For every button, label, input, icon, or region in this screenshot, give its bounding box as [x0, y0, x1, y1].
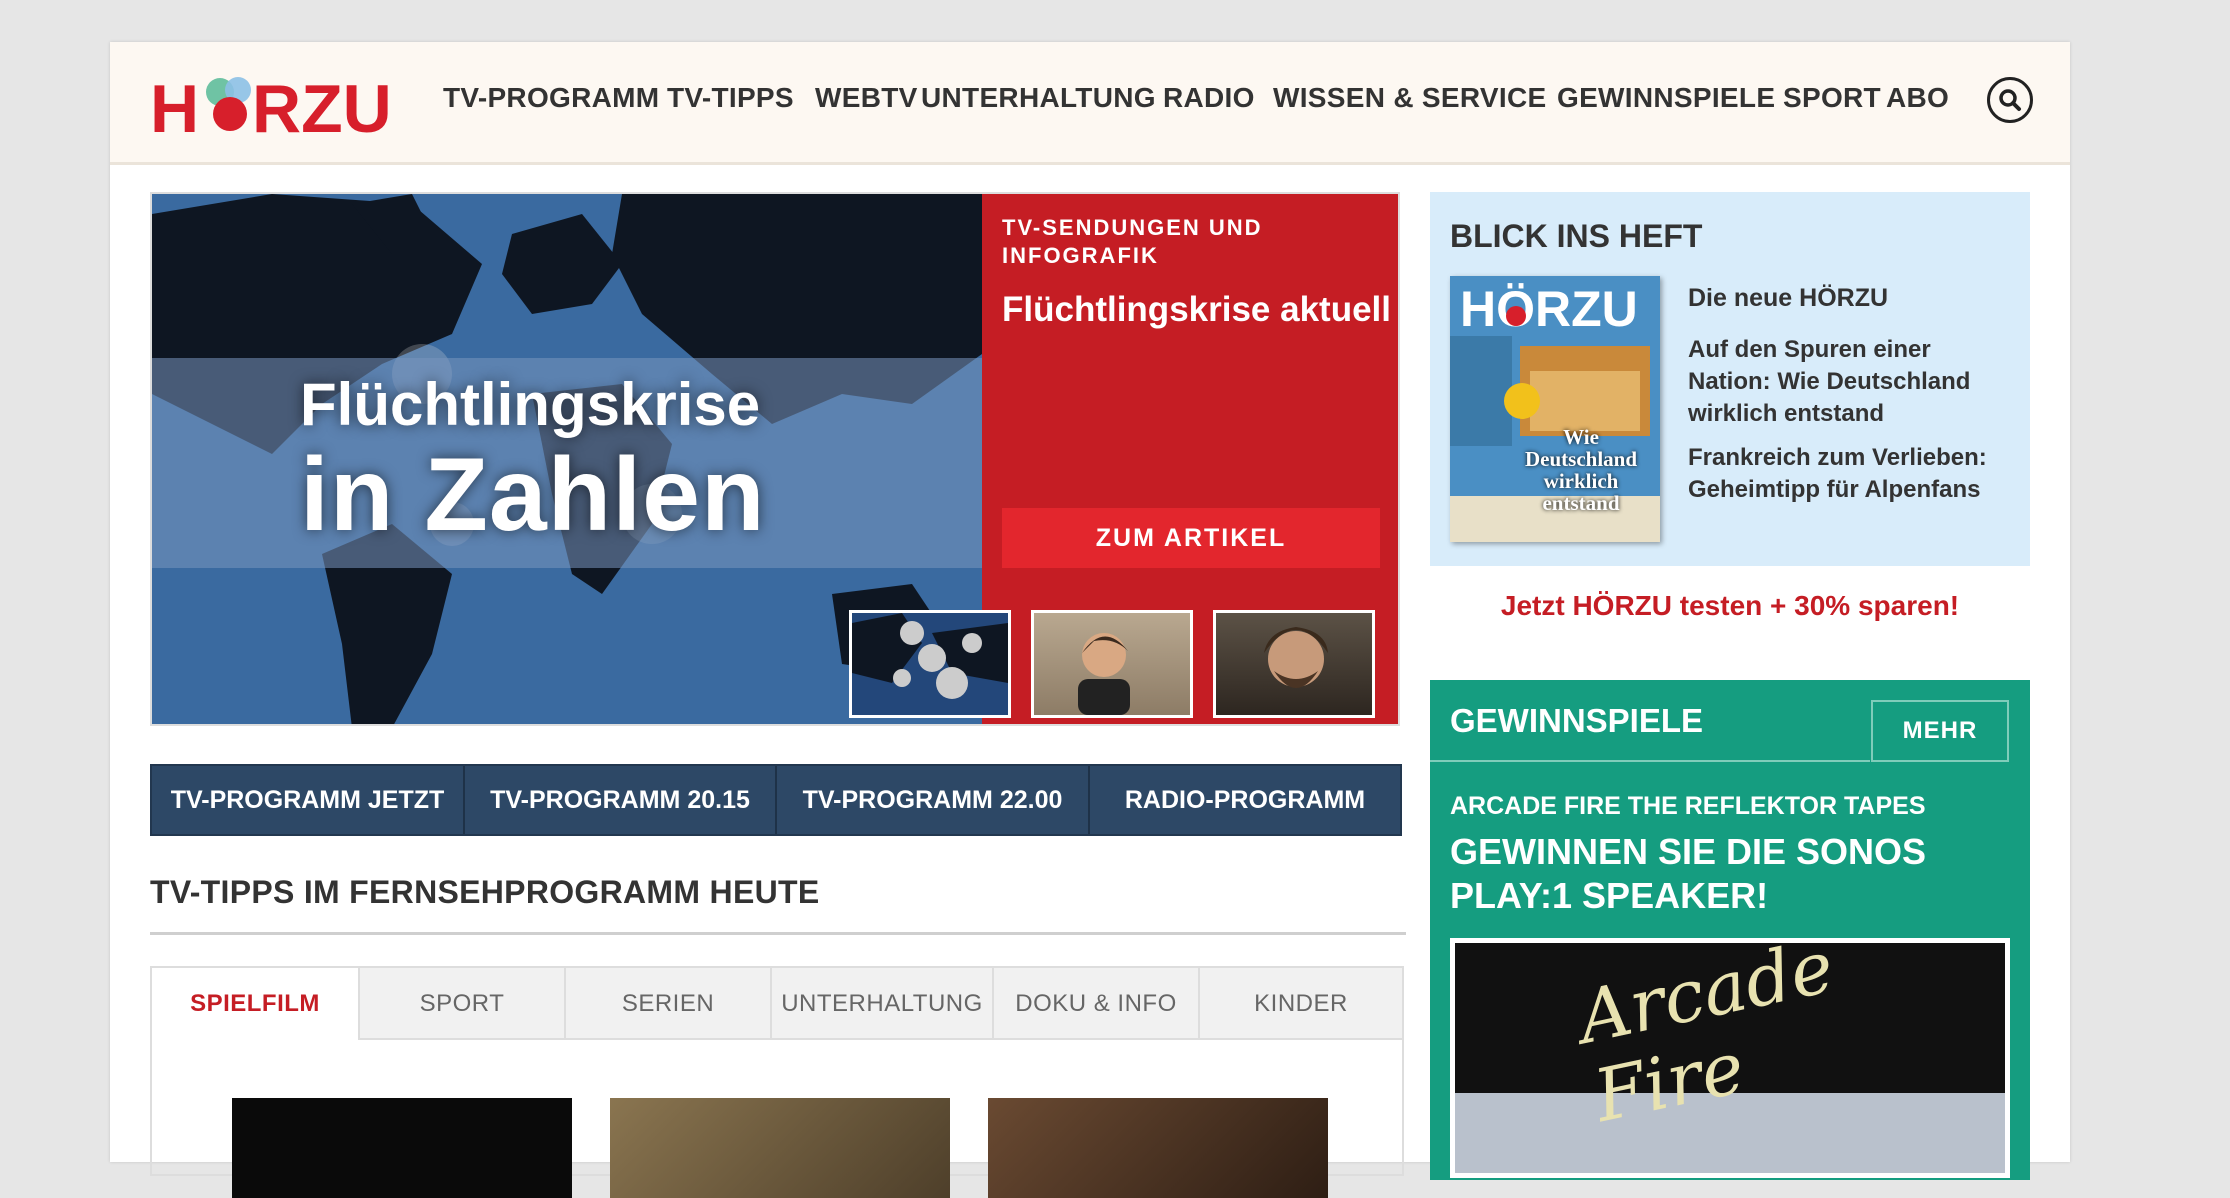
hero-headline[interactable]: Flüchtlingskrise aktuell: [1002, 290, 1391, 330]
gewinnspiel-image[interactable]: Arcade Fire: [1450, 938, 2010, 1178]
nav-item-sport[interactable]: SPORT: [1783, 82, 1881, 114]
hero-image-title: Flüchtlingskrise: [300, 371, 761, 438]
tv-programm-2200-button[interactable]: TV-PROGRAMM 22.00: [777, 766, 1090, 834]
hero-kicker: TV-SENDUNGEN UND INFOGRAFIK: [1002, 215, 1263, 268]
tab-serien[interactable]: SERIEN: [564, 968, 770, 1040]
blick-item[interactable]: Auf den Spuren einer Nation: Wie Deutsch…: [1688, 334, 2018, 430]
nav-item-unterhaltung[interactable]: UNTERHALTUNG: [921, 82, 1156, 114]
tv-programm-2015-button[interactable]: TV-PROGRAMM 20.15: [465, 766, 777, 834]
tab-kinder[interactable]: KINDER: [1198, 968, 1402, 1040]
tab-doku-info[interactable]: DOKU & INFO: [992, 968, 1198, 1040]
hero-thumbnail-man[interactable]: [1213, 610, 1375, 718]
mehr-button[interactable]: MEHR: [1871, 700, 2009, 762]
gewinnspiel-kicker: ARCADE FIRE THE REFLEKTOR TAPES: [1450, 792, 1926, 820]
gewinnspiele-divider: [1430, 760, 1870, 762]
magazine-cover-text: Wie Deutschland wirklich entstand: [1524, 425, 1638, 515]
nav-item-radio[interactable]: RADIO: [1163, 82, 1255, 114]
tab-sport[interactable]: SPORT: [358, 968, 564, 1040]
nav-item-gewinnspiele[interactable]: GEWINNSPIELE: [1557, 82, 1775, 114]
zum-artikel-button[interactable]: ZUM ARTIKEL: [1002, 508, 1380, 568]
tv-tipps-section-title: TV-TIPPS IM FERNSEHPROGRAMM HEUTE: [150, 874, 820, 910]
blick-ins-heft-box: BLICK INS HEFT HÖRZU Wie Deutschland wir…: [1430, 192, 2030, 566]
search-button[interactable]: [1987, 77, 2033, 123]
tab-spielfilm[interactable]: SPIELFILM: [152, 968, 358, 1040]
nav-item-webtv[interactable]: WEBTV: [815, 82, 918, 114]
tv-tipp-image-3[interactable]: [988, 1098, 1328, 1198]
hero-thumbnail-child[interactable]: [1031, 610, 1193, 718]
hoerzu-logo[interactable]: H RZU: [150, 70, 420, 147]
tab-unterhaltung[interactable]: UNTERHALTUNG: [770, 968, 992, 1040]
program-bar: TV-PROGRAMM JETZT TV-PROGRAMM 20.15 TV-P…: [150, 764, 1402, 836]
abo-promo-link[interactable]: Jetzt HÖRZU testen + 30% sparen!: [1430, 590, 2030, 622]
radio-programm-button[interactable]: RADIO-PROGRAMM: [1090, 766, 1400, 834]
page: H RZU TV-PROGRAMM TV-TIPPS WEBTV UNTERHA…: [110, 42, 2070, 1198]
tv-tipp-image-1[interactable]: [232, 1098, 572, 1198]
section-divider: [150, 932, 1406, 935]
hero-thumbnail-map[interactable]: [849, 610, 1011, 718]
hero-image-title-2: in Zahlen: [300, 437, 766, 553]
site-header: H RZU TV-PROGRAMM TV-TIPPS WEBTV UNTERHA…: [110, 42, 2070, 165]
blick-heading[interactable]: Die neue HÖRZU: [1688, 284, 1888, 313]
gewinnspiele-box: GEWINNSPIELE MEHR ARCADE FIRE THE REFLEK…: [1430, 680, 2030, 1180]
blick-item[interactable]: Frankreich zum Verlieben: Geheimtipp für…: [1688, 442, 2018, 506]
magazine-cover[interactable]: HÖRZU Wie Deutschland wirklich entstand: [1450, 276, 1660, 542]
nav-item-tv-programm[interactable]: TV-PROGRAMM: [443, 82, 659, 114]
nav-item-tv-tipps[interactable]: TV-TIPPS: [667, 82, 794, 114]
tv-tipp-image-2[interactable]: [610, 1098, 950, 1198]
tv-programm-jetzt-button[interactable]: TV-PROGRAMM JETZT: [152, 766, 465, 834]
svg-text:RZU: RZU: [252, 71, 392, 136]
hero-teaser[interactable]: Flüchtlingskrise in Zahlen TV-SENDUNGEN …: [150, 192, 1400, 726]
search-icon: [1999, 89, 2021, 111]
nav-item-wissen-service[interactable]: WISSEN & SERVICE: [1273, 82, 1546, 114]
nav-item-abo[interactable]: ABO: [1886, 82, 1949, 114]
gewinnspiel-headline[interactable]: GEWINNEN SIE DIE SONOS PLAY:1 SPEAKER!: [1450, 830, 2010, 918]
svg-text:H: H: [150, 71, 199, 136]
svg-text:HÖRZU: HÖRZU: [1460, 281, 1638, 337]
tv-tipps-tabs: SPIELFILM SPORT SERIEN UNTERHALTUNG DOKU…: [150, 966, 1404, 1198]
blick-ins-heft-title: BLICK INS HEFT: [1450, 218, 1703, 254]
gewinnspiele-title: GEWINNSPIELE: [1450, 702, 1704, 739]
